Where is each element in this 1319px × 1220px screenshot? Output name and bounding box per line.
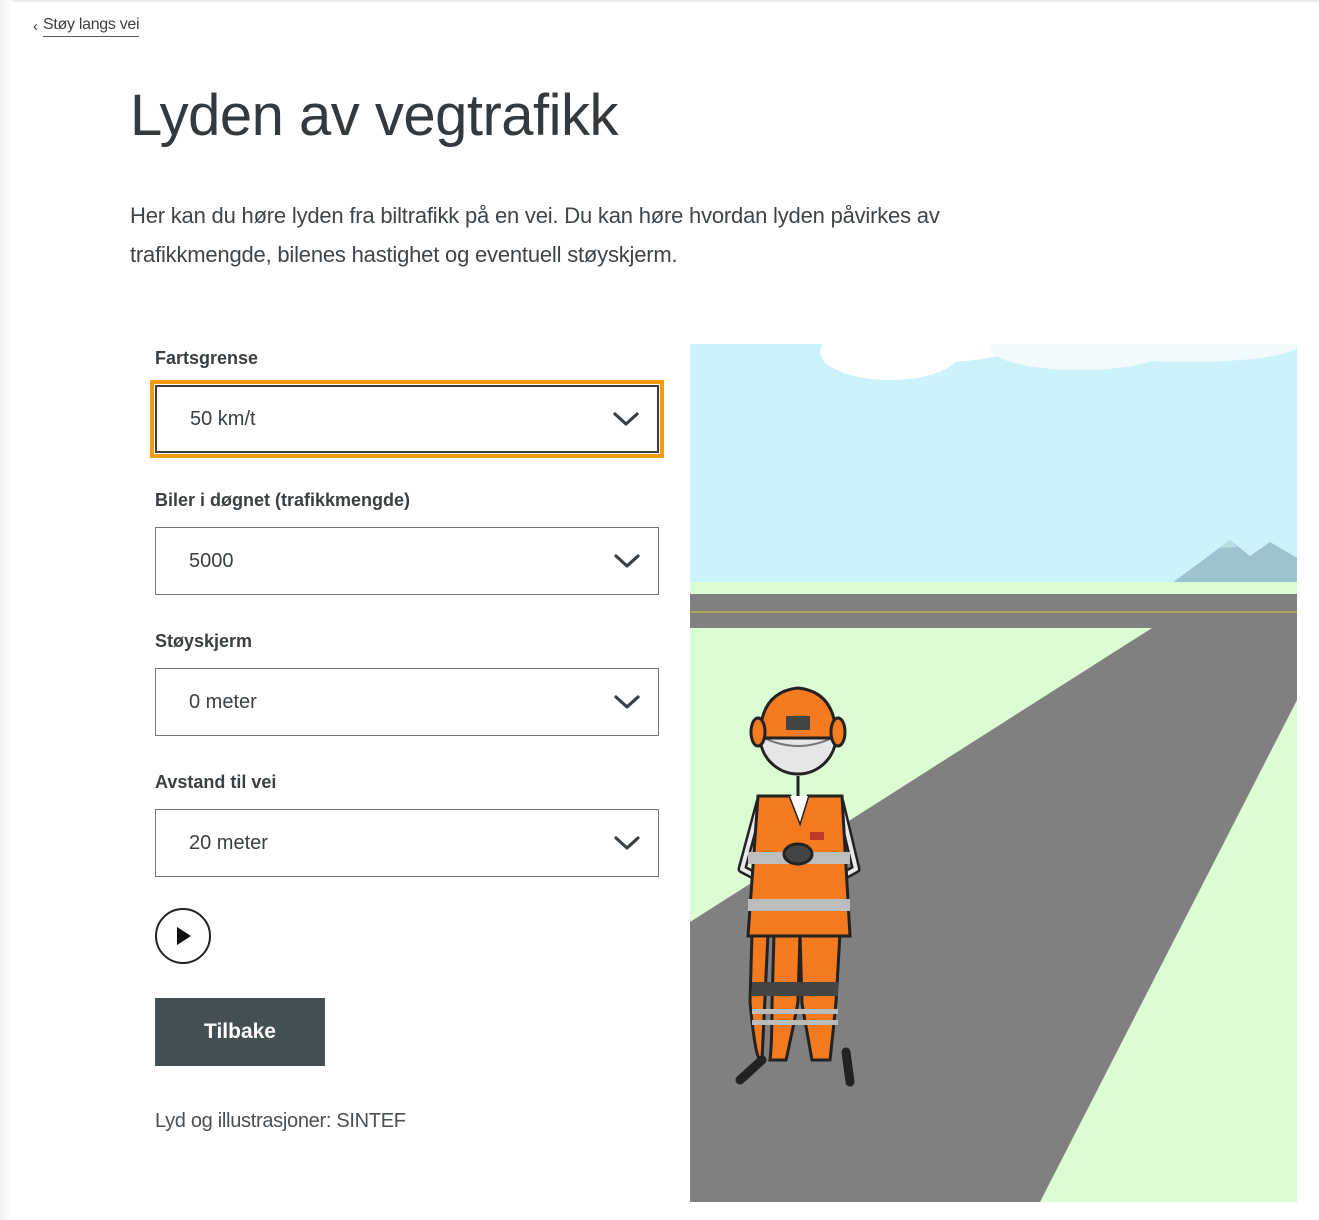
chevron-down-icon (614, 836, 640, 850)
play-button[interactable] (155, 908, 211, 964)
chevron-left-icon: ‹ (33, 18, 38, 35)
traffic-value: 5000 (189, 549, 234, 572)
chevron-down-icon (614, 695, 640, 709)
breadcrumb-label: Støy langs vei (43, 16, 140, 37)
road-scene-image (690, 344, 1297, 1202)
road-illustration (690, 344, 1297, 1202)
page-edge-shadow (0, 0, 12, 1220)
traffic-label: Biler i døgnet (trafikkmengde) (155, 490, 411, 510)
far-road (690, 594, 1297, 628)
distance-select[interactable]: 20 meter (155, 809, 659, 877)
sky (690, 344, 1297, 589)
play-icon (177, 927, 191, 945)
barrier-value: 0 meter (189, 690, 257, 713)
page-title: Lyden av vegtrafikk (130, 83, 619, 148)
barrier-label: Støyskjerm (155, 631, 253, 651)
distance-value: 20 meter (189, 831, 268, 854)
chevron-down-icon (614, 554, 640, 568)
intro-text: Her kan du høre lyden fra biltrafikk på … (130, 203, 940, 267)
traffic-select[interactable]: 5000 (155, 527, 659, 595)
barrier-select[interactable]: 0 meter (155, 668, 659, 736)
chevron-down-icon (613, 412, 639, 426)
speed-select[interactable]: 50 km/t (150, 380, 664, 458)
speed-value: 50 km/t (190, 407, 256, 430)
distance-label: Avstand til vei (155, 772, 277, 792)
top-divider (0, 0, 1319, 2)
credit-text: Lyd og illustrasjoner: SINTEF (155, 1110, 406, 1132)
breadcrumb-back-link[interactable]: ‹ Støy langs vei (33, 16, 140, 37)
speed-label: Fartsgrense (155, 348, 259, 368)
back-button[interactable]: Tilbake (155, 998, 325, 1066)
